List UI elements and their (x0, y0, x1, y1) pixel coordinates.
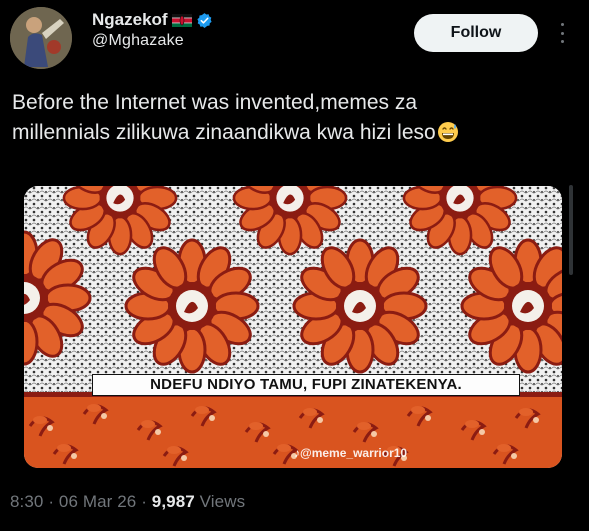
user-handle[interactable]: @Mghazake (92, 32, 184, 50)
tweet-date[interactable]: 06 Mar 26 (59, 492, 136, 511)
avatar[interactable] (10, 7, 72, 69)
tweet-text-line-1: Before the Internet was invented,memes z… (12, 91, 418, 114)
display-name[interactable]: Ngazekof (92, 10, 168, 30)
follow-button[interactable]: Follow (414, 14, 538, 52)
kanga-caption: NDEFU NDIYO TAMU, FUPI ZINATEKENYA. (92, 374, 520, 396)
tweet-header: Ngazekof @Mghazake Follow (0, 0, 589, 80)
more-vertical-icon[interactable] (550, 20, 574, 46)
grinning-sweat-emoji (437, 121, 459, 143)
kanga-fabric-image (24, 186, 562, 468)
views-count[interactable]: 9,987 (152, 492, 195, 511)
more-dot (560, 40, 564, 43)
tweet-meta: 8:30 · 06 Mar 26 · 9,987 Views (10, 492, 245, 512)
tweet-time[interactable]: 8:30 (10, 492, 44, 511)
views-label: Views (199, 492, 246, 511)
tweet-text: Before the Internet was invented,memes z… (12, 88, 572, 148)
tweet-media-image[interactable]: NDEFU NDIYO TAMU, FUPI ZINATEKENYA. ♪@me… (24, 186, 562, 468)
meta-separator: · (141, 492, 147, 511)
more-dot (560, 23, 564, 26)
avatar-image (10, 7, 72, 69)
verified-badge-icon (196, 12, 213, 29)
kenya-flag-icon (171, 13, 192, 27)
more-dot (560, 31, 564, 35)
meta-separator: · (48, 492, 55, 511)
tweet-text-line-2: millennials zilikuwa zinaandikwa kwa hiz… (12, 121, 436, 144)
name-row: Ngazekof (92, 10, 213, 30)
tiktok-watermark: ♪@meme_warrior10 (294, 446, 408, 460)
media-scroll-edge (569, 185, 573, 275)
tweet-text-line-2-wrap: millennials zilikuwa zinaandikwa kwa hiz… (12, 118, 572, 148)
